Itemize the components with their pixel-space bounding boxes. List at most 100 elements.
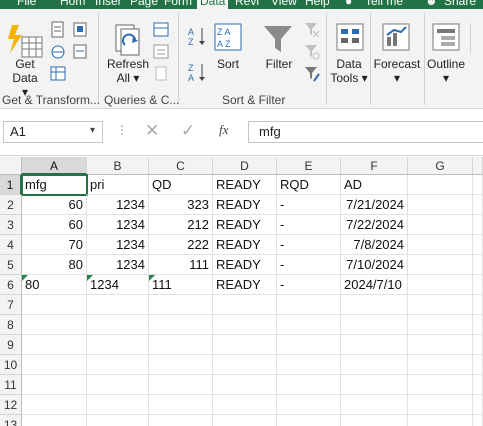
tab-help[interactable]: Help [305, 0, 330, 9]
cell-f2[interactable]: 7/21/2024 [341, 195, 408, 215]
cell-e8[interactable] [277, 315, 341, 335]
cell-f8[interactable] [341, 315, 408, 335]
cell-c1[interactable]: QD [149, 175, 213, 195]
tab-formulas[interactable]: Form [164, 0, 192, 9]
column-header-f[interactable]: F [341, 157, 408, 175]
cell-a5[interactable]: 80 [22, 255, 87, 275]
row-header[interactable]: 12 [0, 395, 22, 415]
from-web-icon[interactable] [50, 43, 66, 61]
advanced-filter-icon[interactable] [304, 65, 320, 83]
cell-d12[interactable] [213, 395, 277, 415]
sort-button[interactable]: Sort [212, 57, 244, 71]
tell-me-box[interactable]: Tell me [365, 0, 403, 9]
insert-function-icon[interactable]: fx [219, 122, 228, 138]
row-header[interactable]: 5 [0, 255, 22, 275]
cell-c13[interactable] [149, 415, 213, 426]
column-header-c[interactable]: C [149, 157, 213, 175]
cell-g9[interactable] [408, 335, 473, 355]
existing-connections-icon[interactable] [72, 43, 88, 61]
cell-f12[interactable] [341, 395, 408, 415]
cell-f6[interactable]: 2024/7/10 [341, 275, 408, 295]
cell-g4[interactable] [408, 235, 473, 255]
cell-b5[interactable]: 1234 [87, 255, 149, 275]
cell-c10[interactable] [149, 355, 213, 375]
row-header[interactable]: 1 [0, 175, 22, 195]
cell-e2[interactable]: - [277, 195, 341, 215]
tab-view[interactable]: View [271, 0, 297, 9]
tab-page-layout[interactable]: Page [130, 0, 158, 9]
cell-a10[interactable] [22, 355, 87, 375]
properties-icon[interactable] [153, 43, 169, 61]
column-header-b[interactable]: B [87, 157, 149, 175]
row-header[interactable]: 11 [0, 375, 22, 395]
cell-a2[interactable]: 60 [22, 195, 87, 215]
row-header[interactable]: 6 [0, 275, 22, 295]
cell-d8[interactable] [213, 315, 277, 335]
name-box[interactable]: A1 [3, 121, 103, 143]
cell-e5[interactable]: - [277, 255, 341, 275]
column-header-g[interactable]: G [408, 157, 473, 175]
cell-f9[interactable] [341, 335, 408, 355]
cell-b8[interactable] [87, 315, 149, 335]
cell-b6[interactable]: 1234 [87, 275, 149, 295]
cell-f1[interactable]: AD [341, 175, 408, 195]
cell-d10[interactable] [213, 355, 277, 375]
sort-z-to-a-icon[interactable]: Z A [187, 61, 209, 83]
cell-b4[interactable]: 1234 [87, 235, 149, 255]
cell-g12[interactable] [408, 395, 473, 415]
cell-c7[interactable] [149, 295, 213, 315]
cell-a3[interactable]: 60 [22, 215, 87, 235]
cell-c8[interactable] [149, 315, 213, 335]
cell-g10[interactable] [408, 355, 473, 375]
cell-c3[interactable]: 212 [149, 215, 213, 235]
row-header[interactable]: 3 [0, 215, 22, 235]
cell-a7[interactable] [22, 295, 87, 315]
cell-b1[interactable]: pri [87, 175, 149, 195]
cell-g5[interactable] [408, 255, 473, 275]
tab-insert[interactable]: Inser [95, 0, 122, 9]
row-header[interactable]: 9 [0, 335, 22, 355]
cell-g6[interactable] [408, 275, 473, 295]
row-header[interactable]: 13 [0, 415, 22, 426]
cell-d5[interactable]: READY [213, 255, 277, 275]
cell-c11[interactable] [149, 375, 213, 395]
cell-c6[interactable]: 111 [149, 275, 213, 295]
cell-b13[interactable] [87, 415, 149, 426]
row-header[interactable]: 7 [0, 295, 22, 315]
cell-g3[interactable] [408, 215, 473, 235]
cell-f7[interactable] [341, 295, 408, 315]
cell-e9[interactable] [277, 335, 341, 355]
cell-c9[interactable] [149, 335, 213, 355]
cell-f11[interactable] [341, 375, 408, 395]
cell-g7[interactable] [408, 295, 473, 315]
refresh-all-button[interactable]: Refresh All ▾ [104, 57, 152, 85]
queries-connections-icon[interactable] [153, 21, 169, 39]
column-header-d[interactable]: D [213, 157, 277, 175]
tab-review[interactable]: Revi [235, 0, 259, 9]
cell-e6[interactable]: - [277, 275, 341, 295]
cell-f10[interactable] [341, 355, 408, 375]
cell-a11[interactable] [22, 375, 87, 395]
cell-a6[interactable]: 80 [22, 275, 87, 295]
cell-f3[interactable]: 7/22/2024 [341, 215, 408, 235]
cell-a8[interactable] [22, 315, 87, 335]
cell-a1[interactable]: mfg [21, 174, 88, 196]
cell-e12[interactable] [277, 395, 341, 415]
cell-a12[interactable] [22, 395, 87, 415]
cell-d4[interactable]: READY [213, 235, 277, 255]
cell-d1[interactable]: READY [213, 175, 277, 195]
cell-d6[interactable]: READY [213, 275, 277, 295]
data-tools-button[interactable]: Data Tools ▾ [330, 57, 368, 85]
cell-b3[interactable]: 1234 [87, 215, 149, 235]
cell-b9[interactable] [87, 335, 149, 355]
cell-c2[interactable]: 323 [149, 195, 213, 215]
cell-d7[interactable] [213, 295, 277, 315]
cell-d9[interactable] [213, 335, 277, 355]
cell-c12[interactable] [149, 395, 213, 415]
row-header[interactable]: 2 [0, 195, 22, 215]
cell-a4[interactable]: 70 [22, 235, 87, 255]
chevron-down-icon[interactable]: ▾ [90, 125, 95, 136]
select-all-corner[interactable] [0, 157, 22, 175]
cell-b2[interactable]: 1234 [87, 195, 149, 215]
tab-file[interactable]: File [17, 0, 36, 9]
